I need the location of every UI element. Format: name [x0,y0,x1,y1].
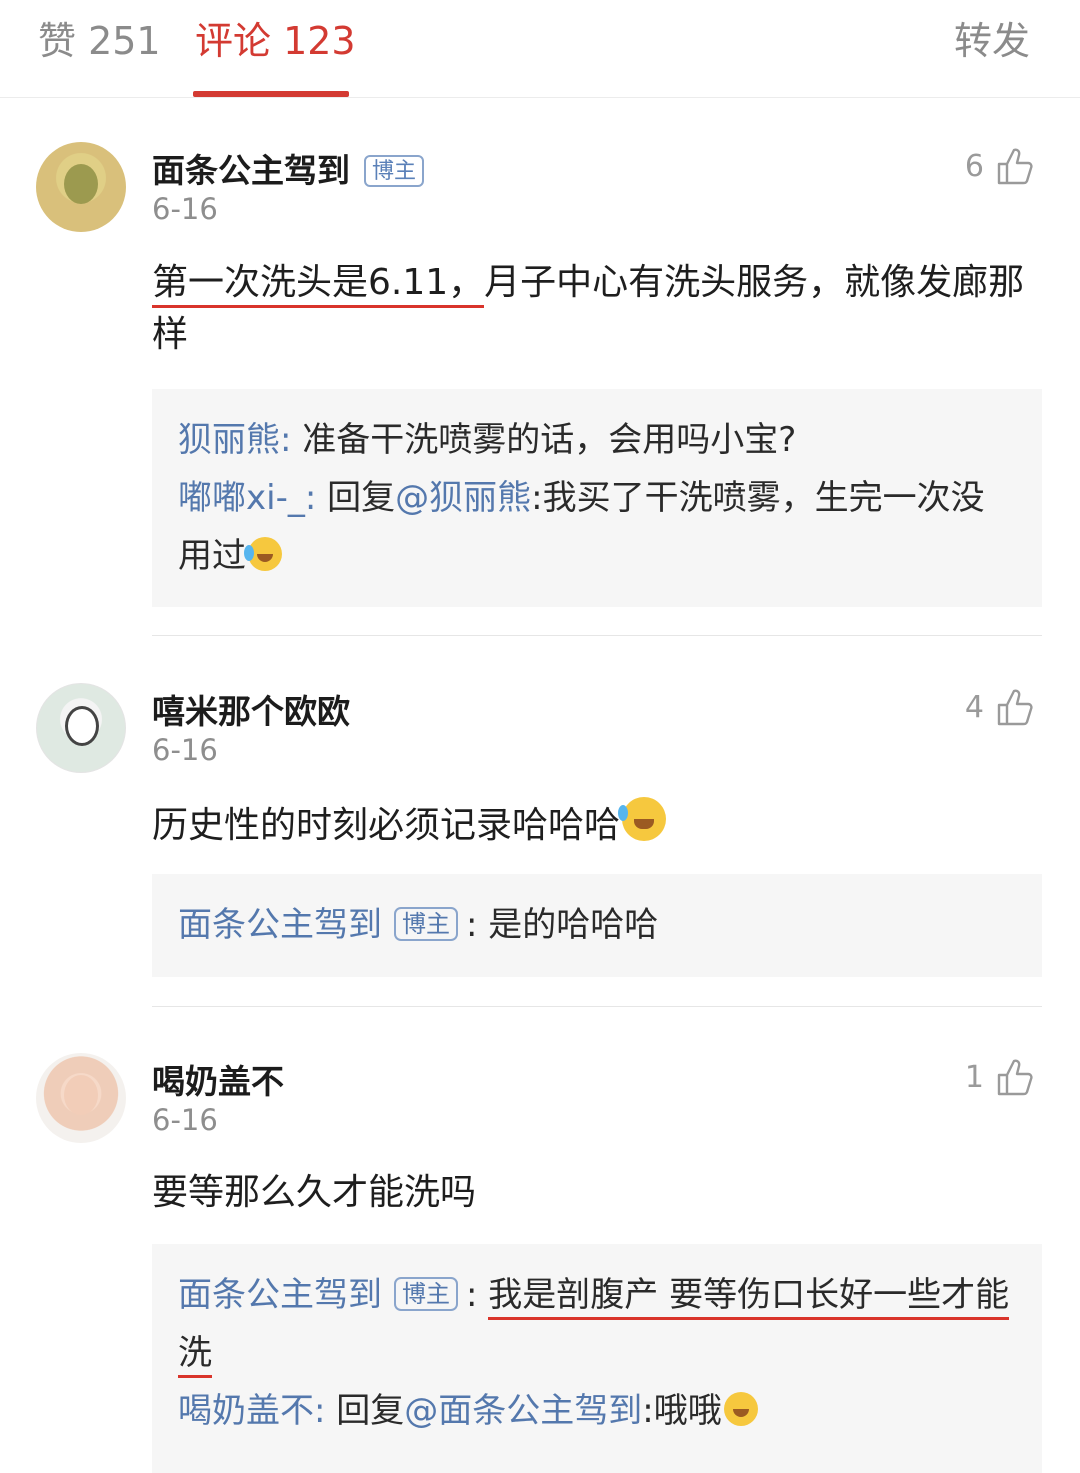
avatar-face [64,164,98,204]
crying-laughing-emoji-icon [244,537,282,571]
like-count: 6 [964,148,984,184]
reply-author[interactable]: 嘟嘟xi-_ [178,478,305,518]
tab-comments[interactable]: 评论 123 [195,10,356,65]
author-name[interactable]: 嘻米那个欧欧 [152,692,350,731]
reply-text: 是的哈哈哈 [488,905,659,945]
comment-text: 历史性的时刻必须记录哈哈哈 [152,797,1042,852]
reply-box[interactable]: 狈丽熊: 准备干洗喷雾的话，会用吗小宝? 嘟嘟xi-_: 回复@狈丽熊:我买了干… [152,389,1042,607]
reply-box[interactable]: 面条公主驾到 博主: 我是剖腹产 要等伤口长好一些才能洗 喝奶盖不: 回复@面条公… [152,1244,1042,1473]
tab-bar: 赞 251 评论 123 转发 [0,0,1080,98]
comment-author[interactable]: 喝奶盖不 [152,1055,284,1103]
tab-likes[interactable]: 赞 251 [38,10,161,65]
reply-prefix: 回复 [336,1391,405,1431]
author-name[interactable]: 喝奶盖不 [152,1062,284,1101]
thumbs-up-icon [997,1059,1033,1096]
comment-text-body: 要等那么久才能洗吗 [152,1172,477,1213]
surprised-emoji-icon [723,1392,758,1426]
reply-item: 嘟嘟xi-_: 回复@狈丽熊:我买了干洗喷雾，生完一次没用过 [178,469,1016,585]
like-count: 4 [964,689,984,725]
reply-item: 狈丽熊: 准备干洗喷雾的话，会用吗小宝? [178,411,1016,469]
reply-item: 喝奶盖不: 回复@面条公主驾到:哦哦 [178,1382,1016,1440]
reply-text: :哦哦 [642,1391,722,1431]
avatar[interactable] [36,1053,126,1143]
like-button[interactable]: 4 [965,685,1034,729]
mention-link[interactable]: @狈丽熊 [395,478,531,518]
comment-date: 6-16 [152,192,218,226]
thumbs-up-icon [997,689,1033,726]
reply-item: 面条公主驾到 博主: 我是剖腹产 要等伤口长好一些才能洗 [178,1266,1016,1382]
avatar[interactable] [36,683,126,773]
reply-prefix: 回复 [327,478,396,518]
comment-text: 要等那么久才能洗吗 [152,1167,1042,1219]
like-button[interactable]: 1 [965,1055,1034,1099]
divider [152,635,1042,636]
reply-separator: : [466,905,489,945]
reply-author[interactable]: 狈丽熊 [178,420,280,460]
comment-text-body: 历史性的时刻必须记录哈哈哈 [152,805,621,846]
thumbs-up-icon [997,148,1033,185]
comment-date: 6-16 [152,1103,218,1137]
comment-text: 第一次洗头是6.11，月子中心有洗头服务，就像发廊那样 [152,257,1042,361]
blogger-badge: 博主 [364,155,425,187]
avatar[interactable] [36,142,126,232]
mention-link[interactable]: @面条公主驾到 [404,1391,642,1431]
reply-separator: : [314,1391,337,1431]
like-count: 1 [964,1059,984,1095]
reply-separator: : [280,420,303,460]
reply-separator: : [466,1275,489,1315]
reply-item: 面条公主驾到 博主: 是的哈哈哈 [178,896,1016,954]
underlined-text: 第一次洗头是6.11， [152,262,485,308]
avatar-face [64,1075,98,1115]
avatar-face [65,706,99,746]
reply-separator: : [304,478,328,518]
reply-box[interactable]: 面条公主驾到 博主: 是的哈哈哈 [152,874,1042,977]
reply-text: 准备干洗喷雾的话，会用吗小宝? [302,420,797,460]
comment-date: 6-16 [152,733,218,767]
comment-author[interactable]: 嘻米那个欧欧 [152,685,350,733]
tab-forward[interactable]: 转发 [954,10,1030,65]
reply-author[interactable]: 喝奶盖不 [178,1391,314,1431]
blogger-badge: 博主 [394,907,458,941]
reply-author[interactable]: 面条公主驾到 [178,905,382,945]
blogger-badge: 博主 [394,1277,458,1311]
comment-author[interactable]: 面条公主驾到 博主 [152,144,425,192]
tears-of-joy-emoji-icon [618,797,667,841]
author-name[interactable]: 面条公主驾到 [152,151,350,190]
reply-author[interactable]: 面条公主驾到 [178,1275,382,1315]
divider [152,1006,1042,1007]
active-tab-indicator [193,91,349,97]
like-button[interactable]: 6 [965,144,1034,188]
